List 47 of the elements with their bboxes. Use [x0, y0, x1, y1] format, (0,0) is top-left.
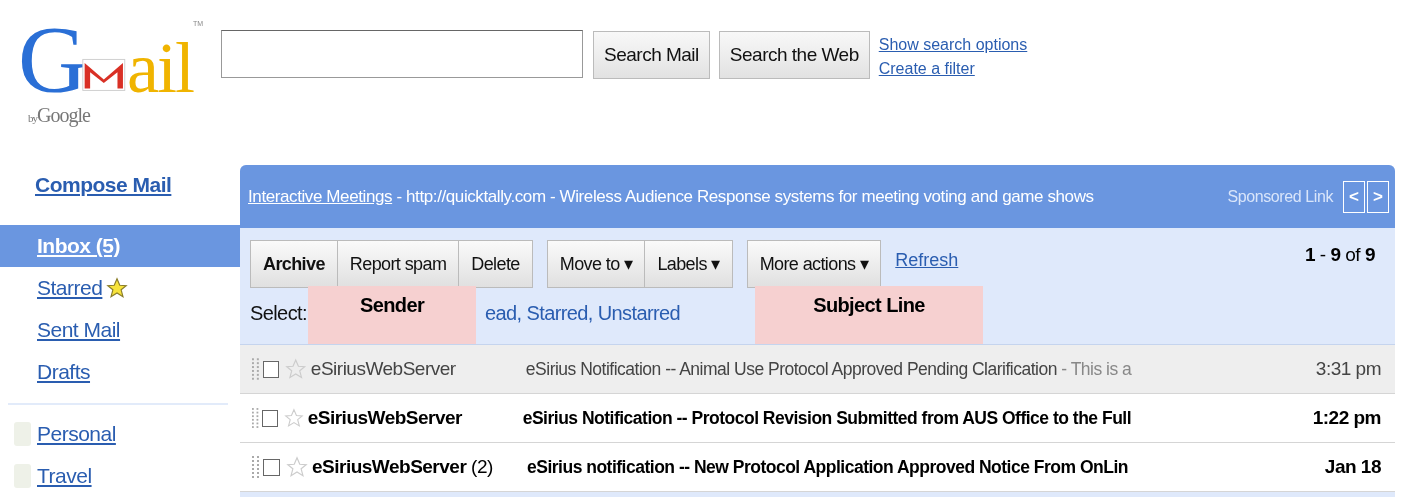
grip-icon[interactable] — [252, 456, 260, 478]
search-button[interactable]: Search the Web — [718, 31, 870, 79]
refresh-link[interactable]: Refresh — [895, 249, 959, 271]
label-link[interactable]: Personal — [37, 422, 116, 446]
star-icon[interactable] — [285, 358, 307, 380]
nav-item[interactable]: Sent Mail — [37, 318, 121, 342]
annotation-label: Subject Line — [755, 286, 983, 344]
nav-item[interactable]: Starred — [37, 276, 103, 300]
star-icon[interactable] — [283, 407, 304, 429]
grip-icon[interactable] — [252, 407, 260, 429]
email-row[interactable]: eSiriusWebServer (2) eSirius notification -- New Protocol Application Approved Notice From OnLin Jan 18 — [240, 443, 1395, 492]
sender-text: eSiriusWebServer — [307, 407, 463, 429]
search-button[interactable]: Search Mail — [593, 31, 710, 79]
subject-text: eSirius notification -- New Protocol Application Approved Notice From OnLin — [527, 456, 1129, 478]
time-text: Jan 18 — [1324, 456, 1381, 478]
row-checkbox[interactable] — [262, 360, 280, 378]
sender-text: eSiriusWebServer — [310, 358, 457, 380]
label-link[interactable]: Travel — [37, 464, 92, 488]
email-row[interactable]: eSiriusWebServer eSirius Notification -- Protocol Revision Submitted from AUS Office to the Full 1:22 pm — [240, 394, 1395, 443]
time-text: 1:22 pm — [1312, 407, 1381, 429]
row-checkbox[interactable] — [263, 458, 280, 476]
toolbar-button[interactable]: Move to ▾ — [546, 240, 646, 288]
toolbar-button[interactable]: More actions ▾ — [746, 240, 882, 288]
star-icon[interactable] — [286, 456, 308, 478]
grip-icon[interactable] — [252, 358, 260, 380]
row-checkbox[interactable] — [262, 409, 278, 427]
toolbar-button[interactable]: Delete — [458, 240, 533, 288]
toolbar-button[interactable]: Report spam — [336, 240, 460, 288]
annotation-label: Sender — [308, 286, 476, 344]
toolbar-button[interactable]: Archive — [250, 240, 338, 288]
time-text: 3:31 pm — [1315, 358, 1381, 380]
search-link[interactable]: Create a filter — [878, 57, 1028, 81]
nav-item[interactable]: Drafts — [37, 360, 90, 384]
sender-text: eSiriusWebServer (2) — [312, 456, 494, 478]
subject-text: eSirius Notification -- Protocol Revision Submitted from AUS Office to the Full — [522, 407, 1133, 429]
toolbar-button[interactable]: Labels ▾ — [644, 240, 733, 288]
search-link[interactable]: Show search options — [878, 33, 1028, 57]
select-label: Select: — [250, 302, 307, 325]
ad-text: Interactive Meetings - http://quicktally.com - Wireless Audience Response systems for meeting voting and game shows — [248, 186, 1094, 207]
subject-text: eSirius Notification -- Animal Use Protocol Approved Pending Clarification - This is a — [525, 358, 1133, 380]
select-links[interactable]: ead, Starred, Unstarred — [484, 302, 681, 325]
logo-letters: ail — [126, 32, 193, 104]
page-count: 1 - 9 of 9 — [1304, 244, 1375, 266]
compose-link[interactable]: Compose Mail — [35, 173, 240, 197]
sponsored-label: Sponsored Link — [1227, 187, 1333, 206]
search-field[interactable] — [221, 30, 583, 78]
email-row[interactable]: eSiriusWebServer eSirius Notification -- Animal Use Protocol Approved Pending Clarification - This is a 3:31 pm — [240, 345, 1395, 394]
